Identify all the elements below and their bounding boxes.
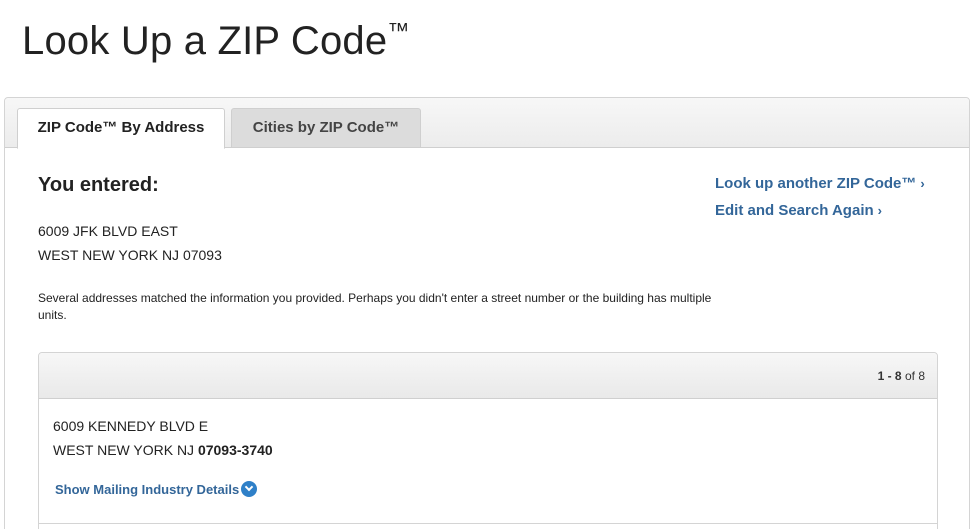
result-divider — [39, 523, 937, 524]
chevron-right-icon: › — [877, 203, 882, 218]
look-up-another-link[interactable]: Look up another ZIP Code™ › — [715, 175, 925, 192]
result-city-state: WEST NEW YORK NJ — [53, 442, 195, 458]
edit-search-again-label: Edit and Search Again — [715, 202, 874, 219]
entered-address-line2: WEST NEW YORK NJ 07093 — [38, 247, 222, 263]
lookup-panel: ZIP Code™ By Address Cities by ZIP Code™… — [4, 97, 970, 529]
multiple-matches-notice: Several addresses matched the informatio… — [38, 291, 712, 322]
page-title: Look Up a ZIP Code™ — [22, 18, 410, 64]
tab-zip-by-address[interactable]: ZIP Code™ By Address — [17, 108, 225, 149]
result-zip: 07093-3740 — [197, 442, 273, 458]
edit-search-again-link[interactable]: Edit and Search Again › — [715, 202, 882, 219]
result-address-line1: 6009 KENNEDY BLVD E — [53, 418, 209, 434]
show-mailing-details-link[interactable]: Show Mailing Industry Details — [55, 481, 258, 497]
result-total: 8 — [918, 369, 925, 383]
chevron-down-circle-icon — [241, 481, 258, 497]
result-of-word: of — [904, 369, 915, 383]
page-title-text: Look Up a ZIP Code — [22, 19, 388, 63]
trademark-mark: ™ — [387, 18, 410, 43]
results-header: 1 - 8 of 8 — [39, 353, 937, 399]
look-up-another-label: Look up another ZIP Code™ — [715, 175, 917, 192]
result-address-line2: WEST NEW YORK NJ 07093-3740 — [53, 442, 273, 458]
result-range: 1 - 8 — [877, 369, 902, 383]
result-count: 1 - 8 of 8 — [878, 369, 925, 383]
show-mailing-details-label: Show Mailing Industry Details — [55, 482, 240, 497]
tab-cities-by-zip[interactable]: Cities by ZIP Code™ — [231, 108, 421, 148]
entered-address-line1: 6009 JFK BLVD EAST — [38, 223, 178, 239]
chevron-right-icon: › — [920, 176, 925, 191]
you-entered-heading: You entered: — [38, 174, 159, 196]
results-box: 1 - 8 of 8 6009 KENNEDY BLVD E WEST NEW … — [38, 352, 938, 529]
tab-bar: ZIP Code™ By Address Cities by ZIP Code™ — [5, 98, 969, 149]
